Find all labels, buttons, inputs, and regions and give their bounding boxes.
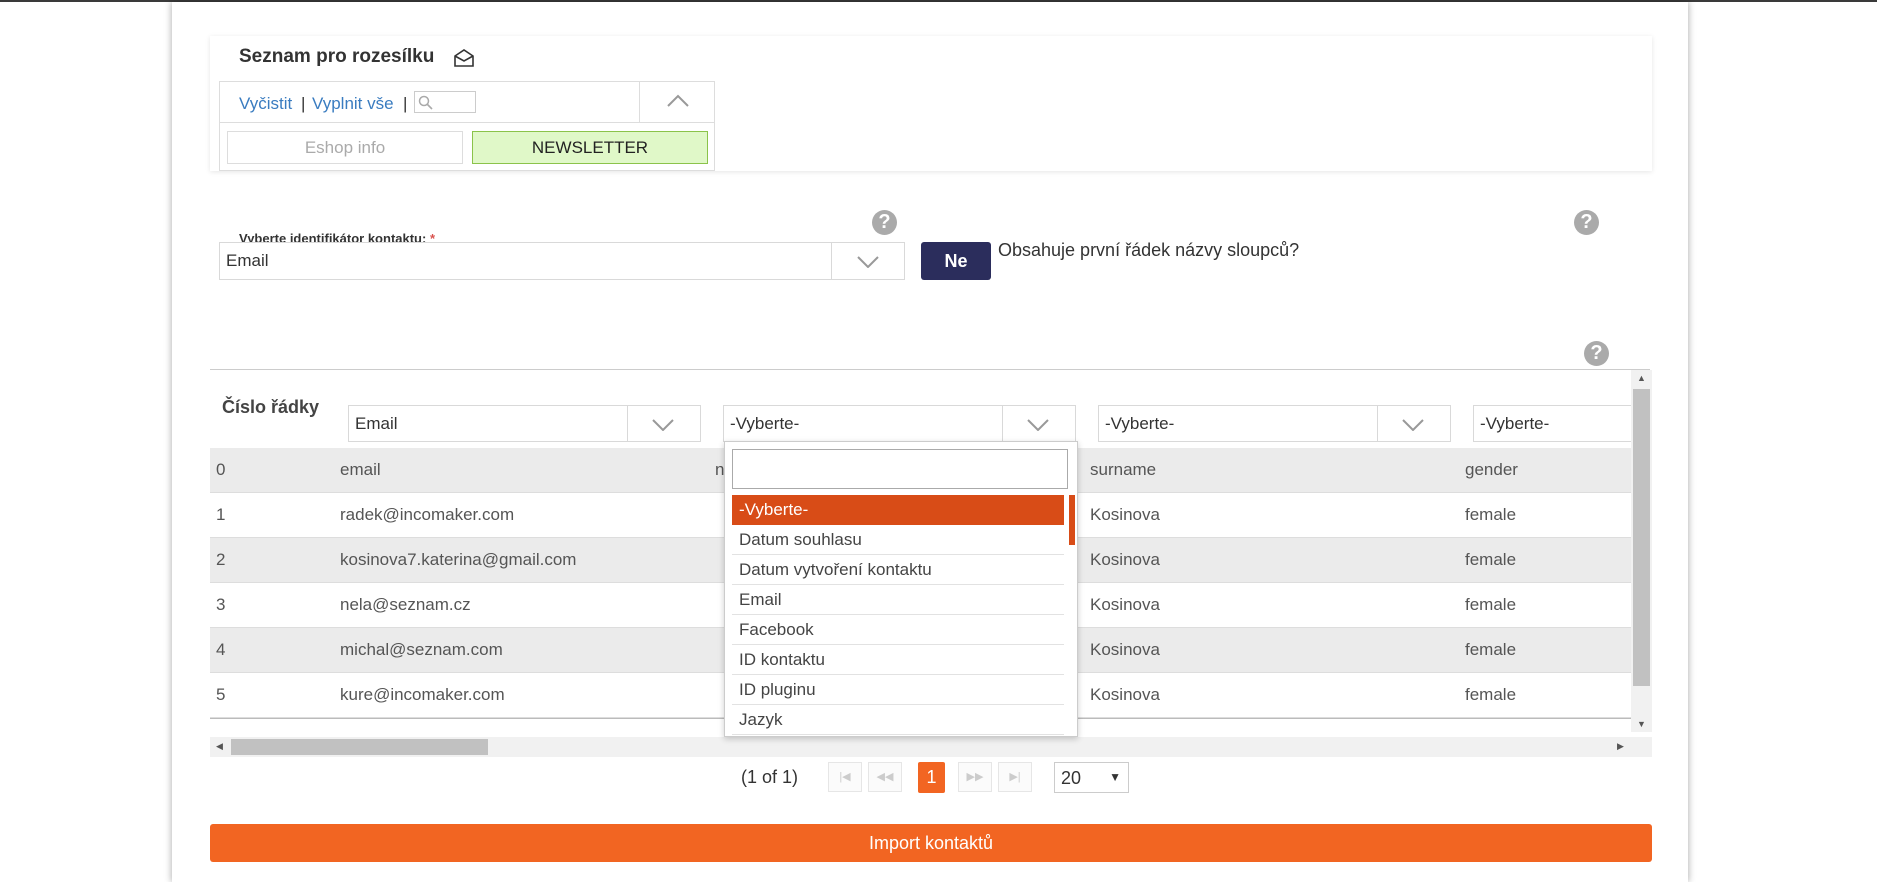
dropdown-option[interactable]: ID pluginu: [732, 675, 1064, 705]
scroll-down-arrow-icon: ▼: [1637, 719, 1646, 729]
help-icon[interactable]: ?: [1574, 210, 1599, 235]
caret-down-icon: ▼: [1109, 770, 1121, 784]
horizontal-scrollbar[interactable]: ◀ ▶: [210, 737, 1652, 757]
mailing-list-toolbar: Vyčistit | Vyplnit vše |: [220, 82, 714, 123]
dropdown-option[interactable]: Datum vytvoření kontaktu: [732, 555, 1064, 585]
last-page-icon[interactable]: ▶|: [998, 762, 1032, 792]
import-contacts-button[interactable]: Import kontaktů: [210, 824, 1652, 862]
envelope-open-icon: [453, 48, 475, 68]
page-size-select[interactable]: 20 ▼: [1054, 762, 1129, 793]
column-select-3[interactable]: -Vyberte-: [1098, 405, 1451, 442]
help-icon[interactable]: ?: [872, 210, 897, 235]
header-row-no-button[interactable]: Ne: [921, 242, 991, 280]
collapse-button[interactable]: [639, 82, 716, 122]
column-select-1[interactable]: Email: [348, 405, 701, 442]
page-number-button[interactable]: 1: [918, 762, 945, 793]
identifier-value: Email: [226, 251, 269, 270]
dropdown-option[interactable]: Datum souhlasu: [732, 525, 1064, 555]
scroll-up-arrow-icon: ▲: [1637, 373, 1646, 383]
dropdown-arrow: [831, 243, 904, 279]
help-icon[interactable]: ?: [1584, 341, 1609, 366]
prev-page-icon[interactable]: ◀◀: [868, 762, 902, 792]
grid-top-border: [210, 369, 1650, 370]
vertical-scroll-thumb[interactable]: [1633, 389, 1650, 686]
dropdown-options: -Vyberte- Datum souhlasu Datum vytvoření…: [732, 495, 1064, 735]
vertical-scrollbar[interactable]: ▲ ▼: [1631, 370, 1652, 732]
mailing-list-title: Seznam pro rozesílku: [239, 46, 435, 67]
chevron-up-icon: [667, 94, 689, 107]
separator: |: [403, 94, 408, 113]
search-icon: [418, 95, 433, 110]
column-select-2[interactable]: -Vyberte-: [723, 405, 1076, 442]
next-page-icon[interactable]: ▶▶: [958, 762, 992, 792]
dropdown-option[interactable]: Facebook: [732, 615, 1064, 645]
horizontal-scroll-thumb[interactable]: [231, 739, 488, 755]
clear-link[interactable]: Vyčistit: [239, 94, 292, 114]
chevron-down-icon: [1027, 419, 1049, 431]
scroll-right-arrow-icon: ▶: [1617, 741, 1624, 751]
list-search-input[interactable]: [414, 91, 476, 113]
chevron-down-icon: [652, 419, 674, 431]
identifier-select[interactable]: Email: [219, 242, 905, 280]
dropdown-option[interactable]: ID kontaktu: [732, 645, 1064, 675]
row-number-header: Číslo řádky: [222, 397, 320, 417]
dropdown-option[interactable]: Jazyk: [732, 705, 1064, 735]
pagination-info: (1 of 1): [741, 767, 799, 787]
option-newsletter[interactable]: NEWSLETTER: [472, 131, 708, 164]
column-select-dropdown: -Vyberte- Datum souhlasu Datum vytvoření…: [724, 441, 1078, 737]
dropdown-option[interactable]: Email: [732, 585, 1064, 615]
option-eshop-info[interactable]: Eshop info: [227, 131, 463, 164]
mailing-list-box: Vyčistit | Vyplnit vše | Eshop info NEWS…: [219, 81, 715, 171]
column-select-4[interactable]: -Vyberte-: [1473, 405, 1631, 442]
chevron-down-icon: [1402, 419, 1424, 431]
dropdown-option-selected[interactable]: -Vyberte-: [732, 495, 1064, 525]
separator: |: [301, 94, 306, 113]
scroll-left-arrow-icon: ◀: [216, 741, 223, 751]
first-page-icon[interactable]: |◀: [828, 762, 862, 792]
dropdown-scroll-thumb[interactable]: [1069, 495, 1075, 545]
fill-all-link[interactable]: Vyplnit vše: [312, 94, 394, 114]
dropdown-search-input[interactable]: [732, 449, 1068, 489]
header-row-question: Obsahuje první řádek názvy sloupců?: [998, 240, 1300, 260]
chevron-down-icon: [857, 256, 879, 268]
